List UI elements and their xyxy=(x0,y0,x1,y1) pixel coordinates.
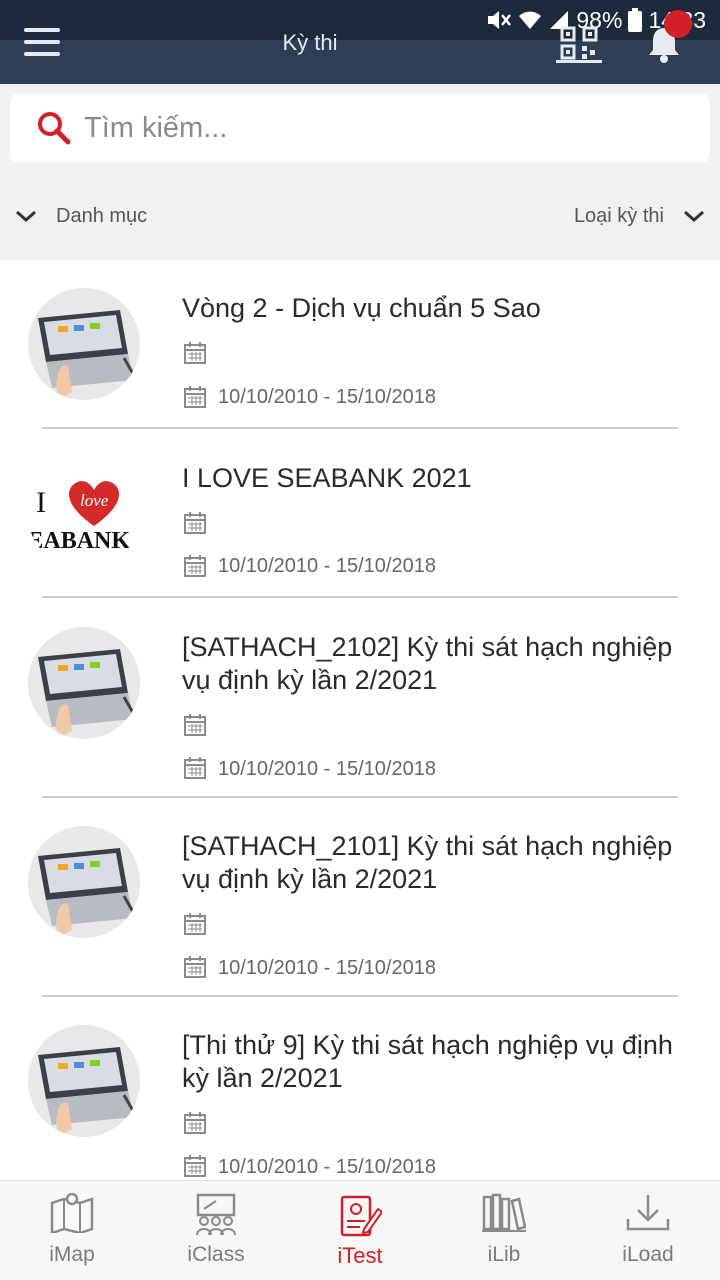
calendar-icon xyxy=(184,913,206,935)
exam-date-range: 10/10/2010 - 15/10/2018 xyxy=(218,555,436,577)
laptop-image xyxy=(28,1025,140,1137)
exam-list-item[interactable]: I love SEABANK I LOVE SEABANK 2021 10/10… xyxy=(0,430,720,599)
exam-title: Vòng 2 - Dịch vụ chuẩn 5 Sao xyxy=(182,293,541,323)
page-title: Kỳ thi xyxy=(282,30,338,55)
exam-list-item[interactable]: [SATHACH_2101] Kỳ thi sát hạch nghiệp vụ… xyxy=(0,798,720,997)
wifi-icon xyxy=(519,11,542,29)
calendar-icon xyxy=(184,342,206,364)
nav-label: iTest xyxy=(337,1243,383,1268)
search-icon xyxy=(38,112,71,145)
calendar-icon xyxy=(184,1112,206,1134)
calendar-icon xyxy=(184,956,206,978)
nav-item-ilib[interactable]: iLib xyxy=(432,1181,576,1280)
mute-icon xyxy=(488,11,512,29)
exam-thumbnail xyxy=(28,1025,140,1137)
exam-date-range: 10/10/2010 - 15/10/2018 xyxy=(218,957,436,979)
laptop-image xyxy=(28,826,140,938)
exam-thumbnail xyxy=(28,627,140,739)
calendar-icon xyxy=(184,555,206,577)
qr-scan-icon[interactable] xyxy=(556,24,602,64)
calendar-icon xyxy=(184,386,206,408)
test-icon xyxy=(340,1195,382,1237)
chevron-down-icon xyxy=(16,210,36,223)
i-love-seabank-logo: I love SEABANK xyxy=(28,458,140,570)
nav-item-imap[interactable]: iMap xyxy=(0,1181,144,1280)
exam-list-item[interactable]: [Thi thử 9] Kỳ thi sát hạch nghiệp vụ đị… xyxy=(0,997,720,1180)
chevron-down-icon xyxy=(684,210,704,223)
map-icon xyxy=(50,1193,94,1233)
battery-icon xyxy=(628,8,643,32)
divider xyxy=(42,427,678,429)
nav-label: iLoad xyxy=(622,1243,674,1266)
notification-badge xyxy=(664,10,692,38)
exam-list-item[interactable]: Vòng 2 - Dịch vụ chuẩn 5 Sao 10/10/2010 … xyxy=(0,260,720,430)
exam-list: Vòng 2 - Dịch vụ chuẩn 5 Sao 10/10/2010 … xyxy=(0,260,720,1180)
exam-thumbnail xyxy=(28,288,140,400)
exam-list-item[interactable]: [SATHACH_2102] Kỳ thi sát hạch nghiệp vụ… xyxy=(0,599,720,798)
laptop-image xyxy=(28,627,140,739)
nav-label: iLib xyxy=(487,1243,521,1266)
exam-title: I LOVE SEABANK 2021 xyxy=(182,463,472,493)
logo-brand-text: SEABANK xyxy=(28,528,130,554)
nav-item-iclass[interactable]: iClass xyxy=(144,1181,288,1280)
library-icon xyxy=(482,1193,526,1232)
nav-label: iMap xyxy=(49,1243,95,1266)
exam-type-filter-label: Loại kỳ thi xyxy=(573,204,664,227)
search-bar[interactable] xyxy=(10,94,710,162)
exam-thumbnail: I love SEABANK xyxy=(28,458,140,570)
logo-letter: I xyxy=(36,486,46,519)
exam-date-range: 10/10/2010 - 15/10/2018 xyxy=(218,758,436,780)
calendar-icon xyxy=(184,512,206,534)
laptop-image xyxy=(28,288,140,400)
download-icon xyxy=(626,1195,670,1231)
logo-love-text: love xyxy=(80,491,109,510)
calendar-icon xyxy=(184,714,206,736)
category-filter-button[interactable]: Danh mục xyxy=(14,198,147,234)
exam-title: [Thi thử 9] Kỳ thi sát hạch nghiệp vụ đị… xyxy=(182,1030,673,1093)
classroom-icon xyxy=(196,1193,236,1236)
search-input[interactable] xyxy=(84,106,684,150)
category-filter-label: Danh mục xyxy=(56,204,148,227)
nav-item-iload[interactable]: iLoad xyxy=(576,1181,720,1280)
calendar-icon xyxy=(184,757,206,779)
exam-date-range: 10/10/2010 - 15/10/2018 xyxy=(218,386,436,408)
nav-label: iClass xyxy=(187,1243,245,1266)
divider xyxy=(42,596,678,598)
exam-type-filter-button[interactable]: Loại kỳ thi xyxy=(574,198,706,234)
nav-item-itest[interactable]: iTest xyxy=(288,1181,432,1280)
calendar-icon xyxy=(184,1155,206,1177)
exam-title: [SATHACH_2102] Kỳ thi sát hạch nghiệp vụ… xyxy=(182,632,673,695)
exam-title: [SATHACH_2101] Kỳ thi sát hạch nghiệp vụ… xyxy=(182,831,673,894)
exam-thumbnail xyxy=(28,826,140,938)
bottom-navigation: iMap iClass iTest iLib iLoad xyxy=(0,1180,720,1280)
exam-date-range: 10/10/2010 - 15/10/2018 xyxy=(218,1156,436,1178)
